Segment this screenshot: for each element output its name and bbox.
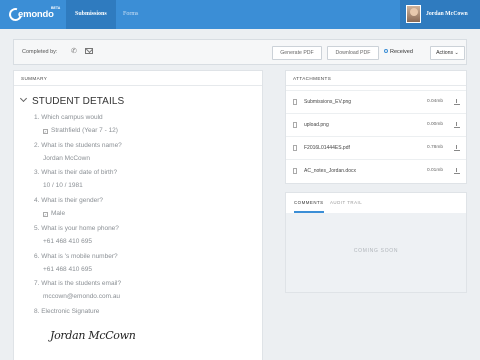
answer-value: +61 468 410 695 (43, 238, 92, 245)
file-icon (293, 122, 297, 128)
attachment-row[interactable]: upload.png 0.00mb (286, 113, 466, 136)
logo-text: emondo (18, 9, 54, 20)
question-label: 7. What is the students email? (34, 280, 122, 287)
download-icon[interactable] (454, 168, 460, 174)
status-dot-icon (384, 49, 388, 53)
summary-header: SUMMARY (14, 71, 262, 86)
actions-dropdown[interactable]: Actions ⌄ (430, 46, 465, 60)
comments-panel: COMMENTS AUDIT TRAIL COMING SOON (285, 192, 467, 293)
nav-tab-submissions[interactable]: Submissions (66, 0, 116, 29)
question-label: 1. Which campus would (34, 114, 103, 121)
section-toggle[interactable]: STUDENT DETAILS (19, 94, 125, 107)
file-size: 0.01mb (427, 168, 443, 173)
attachment-row[interactable]: F2016L01444ES.pdf 0.78mb (286, 136, 466, 159)
tab-comments[interactable]: COMMENTS (294, 193, 324, 213)
download-icon[interactable] (454, 145, 460, 151)
section-title: STUDENT DETAILS (32, 96, 125, 107)
status-badge: Received (384, 49, 413, 55)
download-icon[interactable] (454, 122, 460, 128)
answer-value: ✓ Strathfield (Year 7 - 12) (43, 127, 118, 134)
top-bar: emondo BETA Submissions Forms Jordan McC… (0, 0, 480, 29)
file-icon (293, 145, 297, 151)
avatar (406, 5, 421, 23)
beta-badge: BETA (51, 6, 61, 10)
summary-panel: SUMMARY STUDENT DETAILS 1. Which campus … (13, 70, 263, 360)
nav-tab-forms[interactable]: Forms (114, 0, 147, 29)
answer-text: Strathfield (Year 7 - 12) (51, 127, 118, 134)
answer-value: ✓ Male (43, 210, 65, 217)
coming-soon-message: COMING SOON (353, 248, 399, 254)
answer-text: Male (51, 210, 66, 217)
file-size: 0.00mb (427, 122, 443, 127)
download-icon[interactable] (454, 99, 460, 105)
attachment-row[interactable]: Submissions_EV.png 0.04mb (286, 90, 466, 113)
file-size: 0.04mb (427, 99, 443, 104)
completed-by-label: Completed by: (22, 49, 58, 55)
file-icon (293, 99, 297, 105)
checkbox-icon: ✓ (43, 129, 48, 134)
tab-audit-trail[interactable]: AUDIT TRAIL (330, 193, 362, 213)
answer-value: mccown@emondo.com.au (43, 293, 121, 300)
answer-value: Jordan McCown (43, 155, 90, 162)
electronic-signature: Jordan McCown (50, 329, 136, 342)
question-label: 6. What is 's mobile number? (34, 253, 118, 260)
chevron-down-icon (19, 94, 28, 103)
question-label: 8. Electronic Signature (34, 308, 100, 315)
submission-toolbar: Completed by: ✆ Generate PDF Download PD… (13, 39, 467, 65)
question-label: 5. What is your home phone? (34, 225, 119, 232)
checkbox-icon: ✓ (43, 212, 48, 217)
question-label: 2. What is the students name? (34, 142, 122, 149)
attachments-panel: ATTACHMENTS Submissions_EV.png 0.04mb up… (285, 70, 467, 184)
answer-value: +61 468 410 695 (43, 266, 92, 273)
file-name: Submissions_EV.png (304, 99, 352, 105)
file-name: AC_notes_Jordan.docx (304, 168, 356, 174)
question-label: 4. What is their gender? (34, 197, 104, 204)
answer-value: 10 / 10 / 1981 (43, 182, 83, 189)
attachment-row[interactable]: AC_notes_Jordan.docx 0.01mb (286, 159, 466, 182)
phone-icon[interactable]: ✆ (71, 47, 79, 56)
emondo-logo[interactable]: emondo BETA (6, 5, 65, 24)
question-label: 3. What is their date of birth? (34, 169, 118, 176)
attachments-header: ATTACHMENTS (286, 71, 466, 86)
file-name: upload.png (304, 122, 329, 128)
comments-body: COMING SOON (286, 213, 466, 292)
file-size: 0.78mb (427, 145, 443, 150)
mail-icon[interactable] (85, 48, 93, 54)
download-pdf-button[interactable]: Download PDF (327, 46, 379, 60)
user-name: Jordan McCown (426, 11, 468, 17)
file-name: F2016L01444ES.pdf (304, 145, 350, 151)
generate-pdf-button[interactable]: Generate PDF (272, 46, 322, 60)
status-label: Received (390, 49, 413, 55)
user-menu[interactable]: Jordan McCown (400, 0, 480, 29)
file-icon (293, 168, 297, 174)
